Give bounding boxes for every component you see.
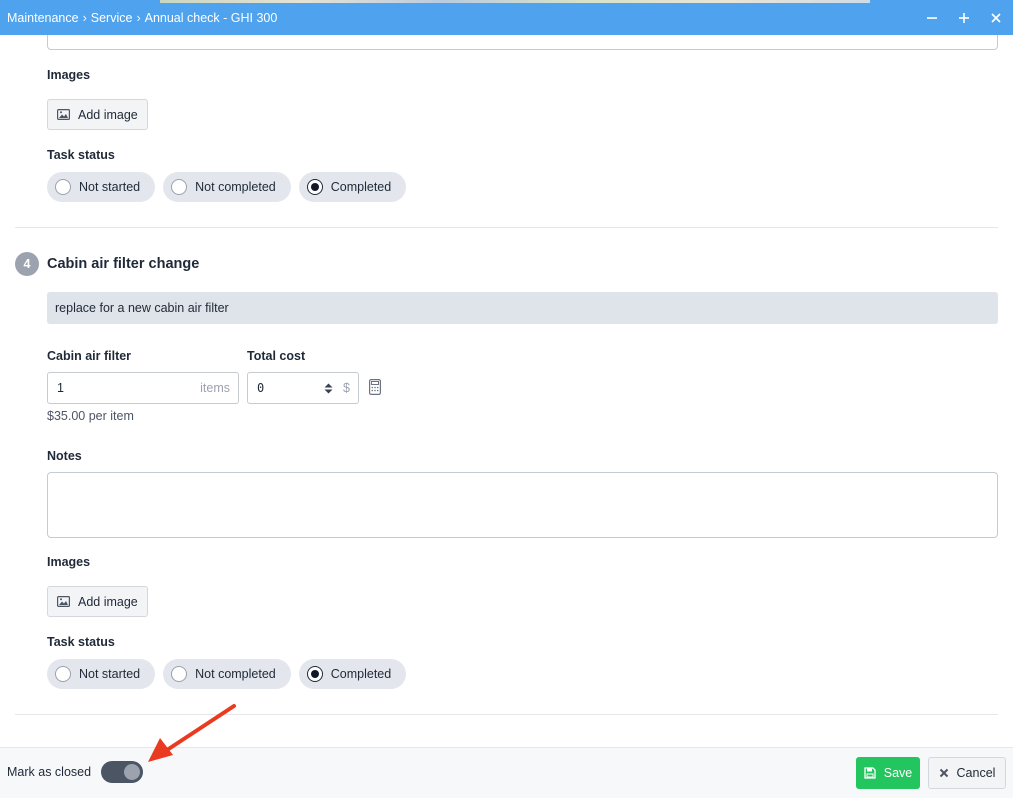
step-number-badge: 4	[15, 252, 39, 276]
total-cost-label: Total cost	[247, 349, 306, 363]
radio-circle-icon	[171, 179, 188, 195]
add-image-button[interactable]: Add image	[47, 99, 148, 130]
image-icon	[57, 596, 70, 607]
close-icon[interactable]	[987, 9, 1005, 27]
part-label: Cabin air filter	[47, 349, 132, 363]
task-status-label: Task status	[47, 148, 115, 162]
save-icon	[864, 767, 876, 779]
quantity-value: 1	[57, 381, 64, 395]
breadcrumb-item-current: Annual check - GHI 300	[144, 10, 278, 25]
mark-as-closed-toggle[interactable]	[101, 761, 143, 783]
notes-field[interactable]	[47, 472, 998, 538]
add-image-button[interactable]: Add image	[47, 586, 148, 617]
breadcrumb-item-service[interactable]: Service	[91, 11, 133, 25]
breadcrumb-separator: ›	[136, 10, 141, 25]
status-option-label: Completed	[330, 667, 392, 681]
close-icon	[939, 768, 948, 778]
notes-label: Notes	[47, 449, 82, 463]
status-option-label: Completed	[330, 180, 392, 194]
background-map-strip	[160, 0, 870, 3]
radio-circle-icon	[55, 179, 71, 195]
status-option-label: Not started	[79, 180, 141, 194]
add-image-label: Add image	[78, 594, 138, 609]
quantity-unit: items	[200, 381, 230, 395]
save-label: Save	[883, 766, 913, 780]
task-description: replace for a new cabin air filter	[47, 292, 998, 324]
radio-circle-icon	[55, 666, 71, 682]
total-cost-unit: $	[343, 381, 350, 395]
toggle-knob	[124, 764, 140, 780]
radio-circle-icon	[171, 666, 188, 682]
status-completed-option[interactable]: Completed	[298, 659, 407, 689]
cancel-button[interactable]: Cancel	[928, 757, 1006, 789]
task-list: Images Add image Task status Not started…	[0, 35, 1013, 747]
price-per-item: $35.00 per item	[47, 409, 134, 423]
breadcrumb: Maintenance › Service › Annual check - G…	[7, 11, 277, 25]
status-not-started-option[interactable]: Not started	[47, 172, 156, 202]
number-stepper-icon[interactable]	[324, 383, 333, 394]
previous-notes-field[interactable]	[47, 35, 998, 50]
radio-checked-icon	[306, 179, 323, 195]
quantity-input[interactable]: 1 items	[47, 372, 239, 404]
minimize-icon[interactable]	[923, 9, 941, 27]
calculator-icon[interactable]	[369, 379, 381, 395]
mark-as-closed-label: Mark as closed	[7, 765, 92, 779]
cancel-label: Cancel	[956, 766, 996, 780]
task-divider	[15, 227, 998, 228]
task-title: Cabin air filter change	[47, 256, 200, 272]
status-option-label: Not completed	[195, 180, 276, 194]
status-option-label: Not completed	[195, 667, 276, 681]
task-status-radio-group: Not started Not completed Completed	[47, 172, 407, 202]
window-titlebar: Maintenance › Service › Annual check - G…	[0, 0, 1013, 35]
task-status-radio-group: Not started Not completed Completed	[47, 659, 407, 689]
status-not-completed-option[interactable]: Not completed	[163, 659, 291, 689]
total-cost-input[interactable]: 0 $	[247, 372, 359, 404]
radio-checked-icon	[306, 666, 323, 682]
status-option-label: Not started	[79, 667, 141, 681]
save-button[interactable]: Save	[856, 757, 920, 789]
total-cost-value: 0	[257, 381, 265, 395]
images-label: Images	[47, 68, 91, 82]
breadcrumb-separator: ›	[82, 10, 87, 25]
maximize-icon[interactable]	[955, 9, 973, 27]
add-image-label: Add image	[78, 107, 138, 122]
image-icon	[57, 109, 70, 120]
annotation-arrow-icon	[148, 704, 236, 762]
images-label: Images	[47, 555, 91, 569]
status-completed-option[interactable]: Completed	[298, 172, 407, 202]
task-status-label: Task status	[47, 635, 115, 649]
status-not-started-option[interactable]: Not started	[47, 659, 156, 689]
status-not-completed-option[interactable]: Not completed	[163, 172, 291, 202]
breadcrumb-item-maintenance[interactable]: Maintenance	[7, 11, 79, 25]
